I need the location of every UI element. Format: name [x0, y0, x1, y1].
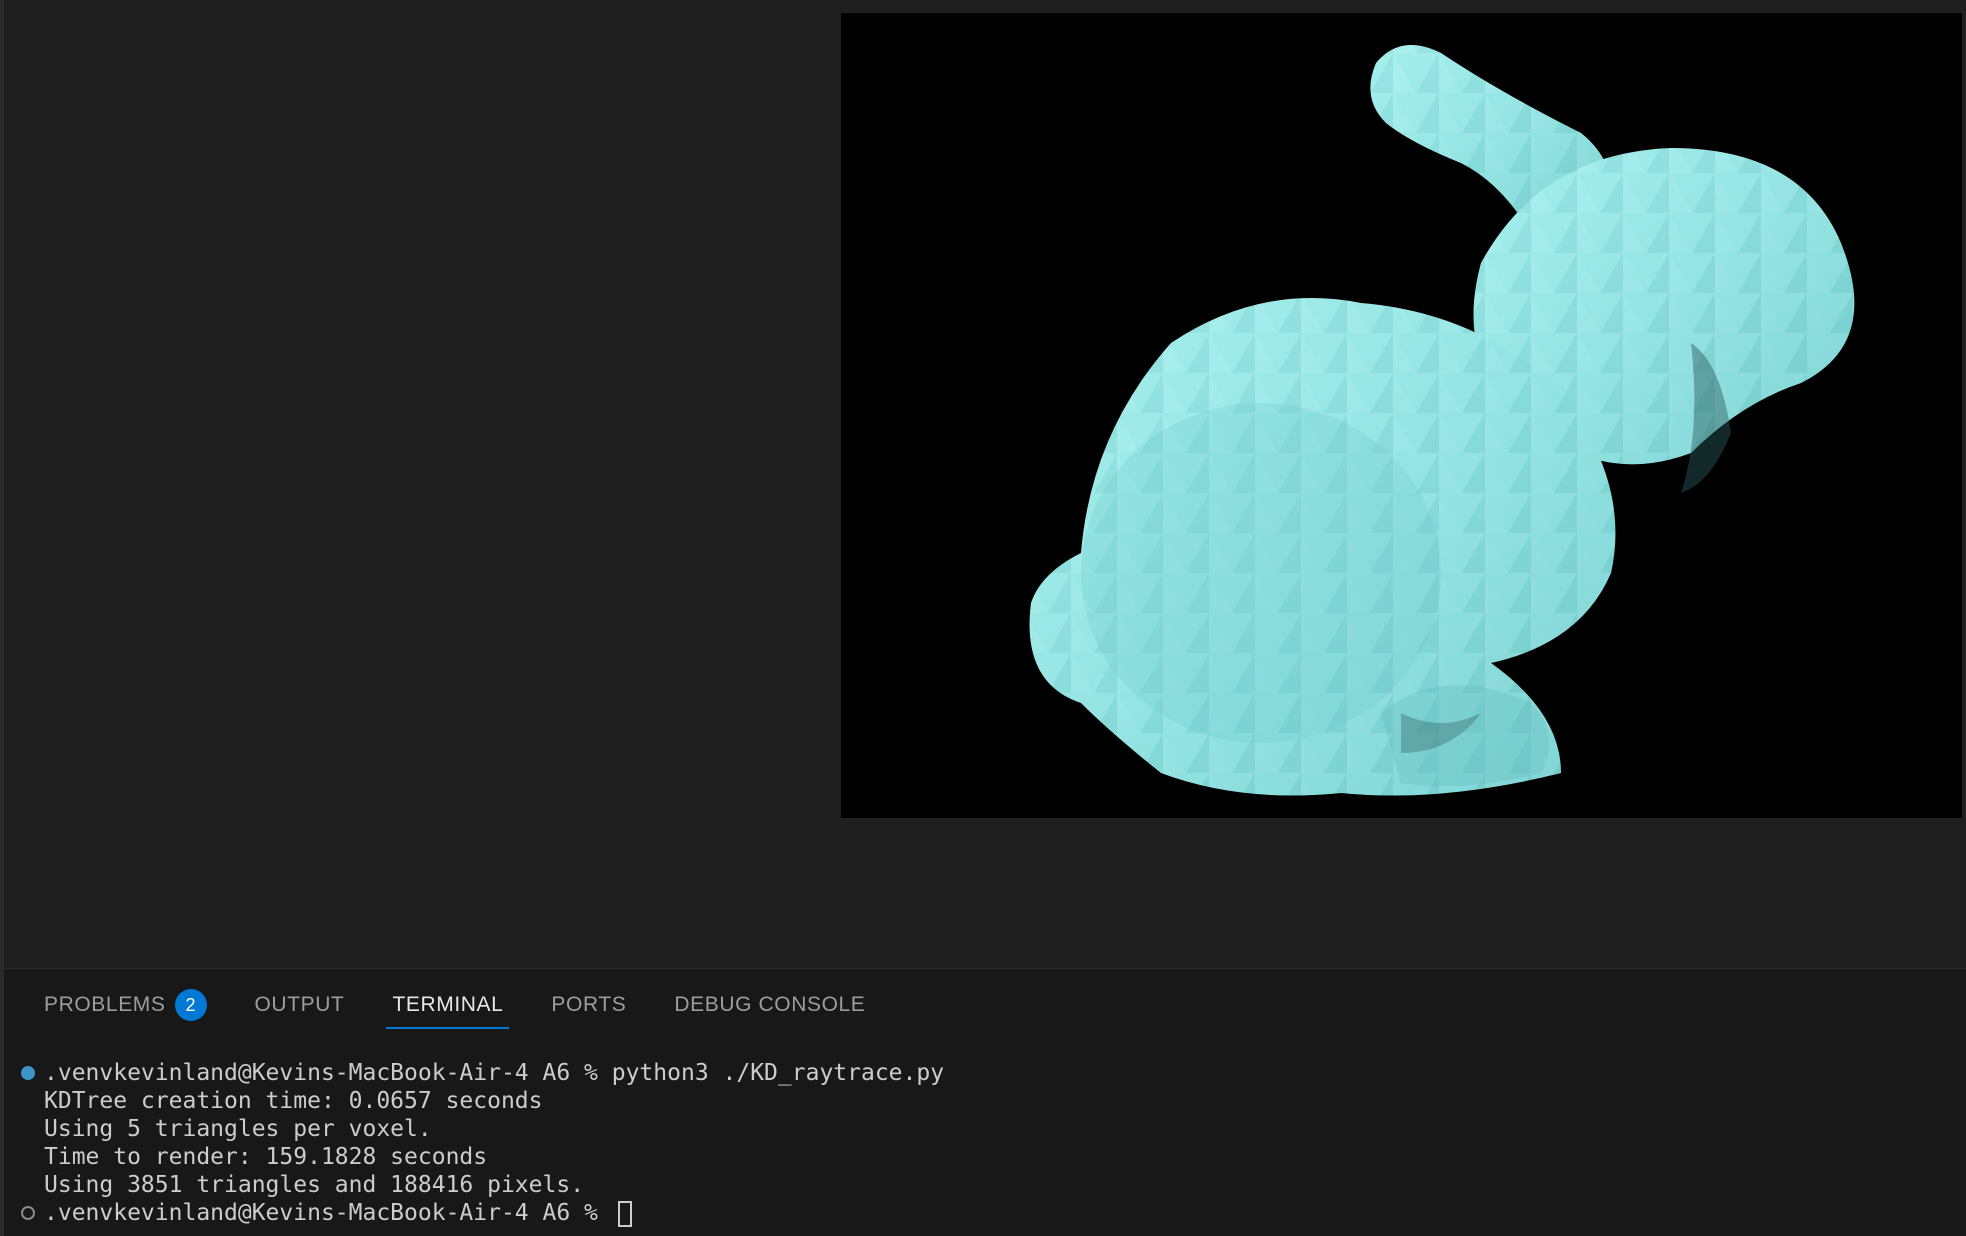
bunny-render-image — [841, 13, 1962, 818]
render-output-window — [841, 13, 1962, 818]
terminal-line: Using 3851 triangles and 188416 pixels. — [44, 1172, 585, 1198]
terminal-line: Using 5 triangles per voxel. — [44, 1116, 432, 1142]
tab-output-label: OUTPUT — [254, 993, 345, 1016]
tab-terminal[interactable]: TERMINAL — [386, 983, 510, 1029]
tab-terminal-label: TERMINAL — [392, 993, 504, 1016]
terminal-line: KDTree creation time: 0.0657 seconds — [44, 1088, 543, 1114]
terminal-line: Time to render: 159.1828 seconds — [44, 1144, 488, 1170]
terminal-output[interactable]: .venvkevinland@Kevins-MacBook-Air-4 A6 %… — [4, 1041, 1966, 1236]
tab-ports-label: PORTS — [551, 993, 627, 1016]
tab-problems[interactable]: PROBLEMS 2 — [44, 983, 207, 1027]
tab-debug-console-label: DEBUG CONSOLE — [674, 993, 866, 1016]
tab-debug-console[interactable]: DEBUG CONSOLE — [674, 983, 865, 1027]
terminal-cursor[interactable] — [617, 1200, 632, 1227]
terminal-prompt: .venvkevinland@Kevins-MacBook-Air-4 A6 % — [44, 1200, 612, 1226]
bottom-panel: PROBLEMS 2 OUTPUT TERMINAL PORTS DEBUG C… — [0, 968, 1966, 1236]
command-success-dot-icon — [21, 1066, 35, 1080]
terminal-prompt-line: .venvkevinland@Kevins-MacBook-Air-4 A6 % — [44, 1199, 632, 1227]
tab-ports[interactable]: PORTS — [551, 983, 626, 1027]
tab-output[interactable]: OUTPUT — [255, 983, 345, 1027]
editor-area — [0, 0, 1966, 968]
panel-tab-bar: PROBLEMS 2 OUTPUT TERMINAL PORTS DEBUG C… — [44, 983, 913, 1029]
command-pending-dot-icon — [21, 1206, 35, 1220]
problems-count-badge: 2 — [174, 989, 207, 1021]
terminal-line: .venvkevinland@Kevins-MacBook-Air-4 A6 %… — [44, 1060, 945, 1086]
tab-problems-label: PROBLEMS — [44, 993, 166, 1016]
